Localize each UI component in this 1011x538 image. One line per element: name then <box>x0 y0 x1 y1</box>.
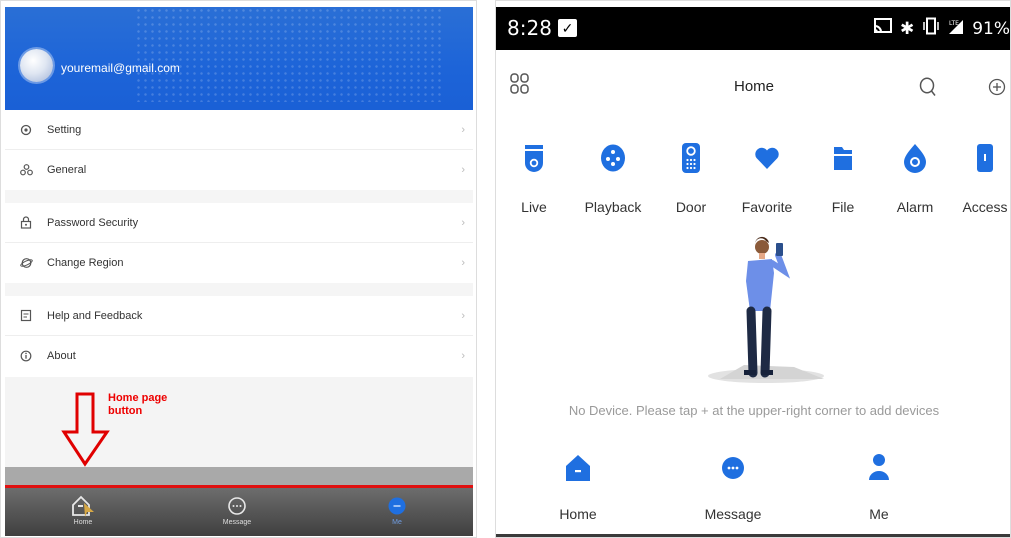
bottom-nav: Home Message Me <box>5 488 473 536</box>
info-icon <box>19 349 33 363</box>
chevron-right-icon: › <box>461 216 465 229</box>
settings-icon <box>19 123 33 137</box>
nav-me[interactable]: Me <box>372 493 422 526</box>
home-button-annotation: Home page button <box>108 392 188 418</box>
chevron-right-icon: › <box>461 309 465 322</box>
nav-label: Message <box>704 506 762 522</box>
menu-item-about[interactable]: About › <box>5 336 473 376</box>
menu-item-general[interactable]: General › <box>5 150 473 190</box>
menu-item-label: About <box>47 350 76 362</box>
chevron-right-icon: › <box>461 350 465 362</box>
cast-icon <box>873 18 892 39</box>
nav-label: Me <box>869 506 889 522</box>
folder-icon <box>807 139 879 177</box>
nav-message[interactable]: Message <box>688 446 778 522</box>
alarm-icon <box>879 139 951 177</box>
annotation-line: button <box>108 405 143 417</box>
category-access[interactable]: Access <box>949 139 1010 215</box>
status-icons: ✱ LTE 91% <box>873 17 1010 40</box>
menu-item-help-feedback[interactable]: Help and Feedback › <box>5 296 473 336</box>
home-icon <box>533 446 623 490</box>
menu-item-label: Help and Feedback <box>47 309 143 322</box>
chevron-right-icon: › <box>461 164 465 176</box>
menu-divider <box>5 283 473 296</box>
chevron-right-icon: › <box>461 123 465 136</box>
camera-icon <box>498 139 570 177</box>
heart-icon <box>731 139 803 177</box>
message-icon <box>212 493 262 519</box>
region-icon <box>19 256 33 270</box>
nav-label: Home <box>73 519 93 526</box>
category-label: Access <box>962 199 1008 215</box>
category-playback[interactable]: Playback <box>577 139 649 215</box>
lock-icon <box>19 216 33 230</box>
nav-label: Home <box>559 506 597 522</box>
menu-item-setting[interactable]: Setting › <box>5 110 473 150</box>
bluetooth-icon: ✱ <box>899 18 915 39</box>
menu-item-label: Change Region <box>47 257 124 269</box>
nav-home[interactable]: Home <box>533 446 623 522</box>
category-label: Alarm <box>896 199 934 215</box>
door-icon <box>655 139 727 177</box>
general-icon <box>19 163 33 177</box>
vibrate-icon <box>922 17 940 40</box>
bottom-border <box>496 534 1010 537</box>
status-bar: 8:28 ✓ ✱ LTE 91% <box>496 7 1010 50</box>
annotation-line: Home page <box>108 392 168 404</box>
account-email: youremail@gmail.com <box>61 61 180 75</box>
empty-state-illustration <box>708 236 824 383</box>
me-icon <box>372 493 422 519</box>
down-arrow-annotation <box>61 392 110 467</box>
account-header[interactable]: youremail@gmail.com <box>5 7 473 110</box>
avatar[interactable] <box>20 49 53 82</box>
category-file[interactable]: File <box>807 139 879 215</box>
header-pattern <box>135 7 445 102</box>
empty-state-message: No Device. Please tap + at the upper-rig… <box>568 403 940 418</box>
playback-icon <box>577 139 649 177</box>
nav-message[interactable]: Message <box>212 493 262 526</box>
home-icon <box>58 493 108 519</box>
category-label: File <box>831 199 855 215</box>
check-notification-icon: ✓ <box>558 19 577 37</box>
search-icon[interactable] <box>919 77 937 102</box>
menu-item-label: Password Security <box>47 216 139 229</box>
signal-icon: LTE <box>948 17 964 40</box>
bottom-nav: Home Message Me <box>496 446 1010 531</box>
right-screenshot: 8:28 ✓ ✱ LTE 91% Home Live Playback Door… <box>495 0 1011 538</box>
access-icon <box>949 139 1010 177</box>
category-live[interactable]: Live <box>498 139 570 215</box>
person-icon <box>834 446 924 490</box>
category-label: Favorite <box>741 199 793 215</box>
nav-me[interactable]: Me <box>834 446 924 522</box>
settings-menu: Setting › General › Password Security › … <box>5 110 473 376</box>
nav-home[interactable]: Home <box>58 493 108 526</box>
category-favorite[interactable]: Favorite <box>731 139 803 215</box>
battery-level: 91% <box>972 18 1010 39</box>
category-label: Playback <box>584 199 642 215</box>
category-door[interactable]: Door <box>655 139 727 215</box>
left-screenshot: youremail@gmail.com Setting › General › … <box>0 0 477 538</box>
category-label: Live <box>521 199 547 215</box>
menu-item-label: Setting <box>47 123 82 136</box>
menu-item-change-region[interactable]: Change Region › <box>5 243 473 283</box>
nav-label: Message <box>222 519 252 526</box>
status-time: 8:28 <box>507 16 552 40</box>
svg-text:LTE: LTE <box>949 20 959 27</box>
menu-divider <box>5 190 473 203</box>
add-device-icon[interactable] <box>988 78 1006 101</box>
category-alarm[interactable]: Alarm <box>879 139 951 215</box>
menu-item-label: General <box>47 164 87 176</box>
help-icon <box>19 309 33 323</box>
nav-label: Me <box>392 519 402 526</box>
menu-item-password-security[interactable]: Password Security › <box>5 203 473 243</box>
bar-band <box>5 467 473 485</box>
category-label: Door <box>675 199 707 215</box>
chevron-right-icon: › <box>461 257 465 269</box>
message-icon <box>688 446 778 490</box>
